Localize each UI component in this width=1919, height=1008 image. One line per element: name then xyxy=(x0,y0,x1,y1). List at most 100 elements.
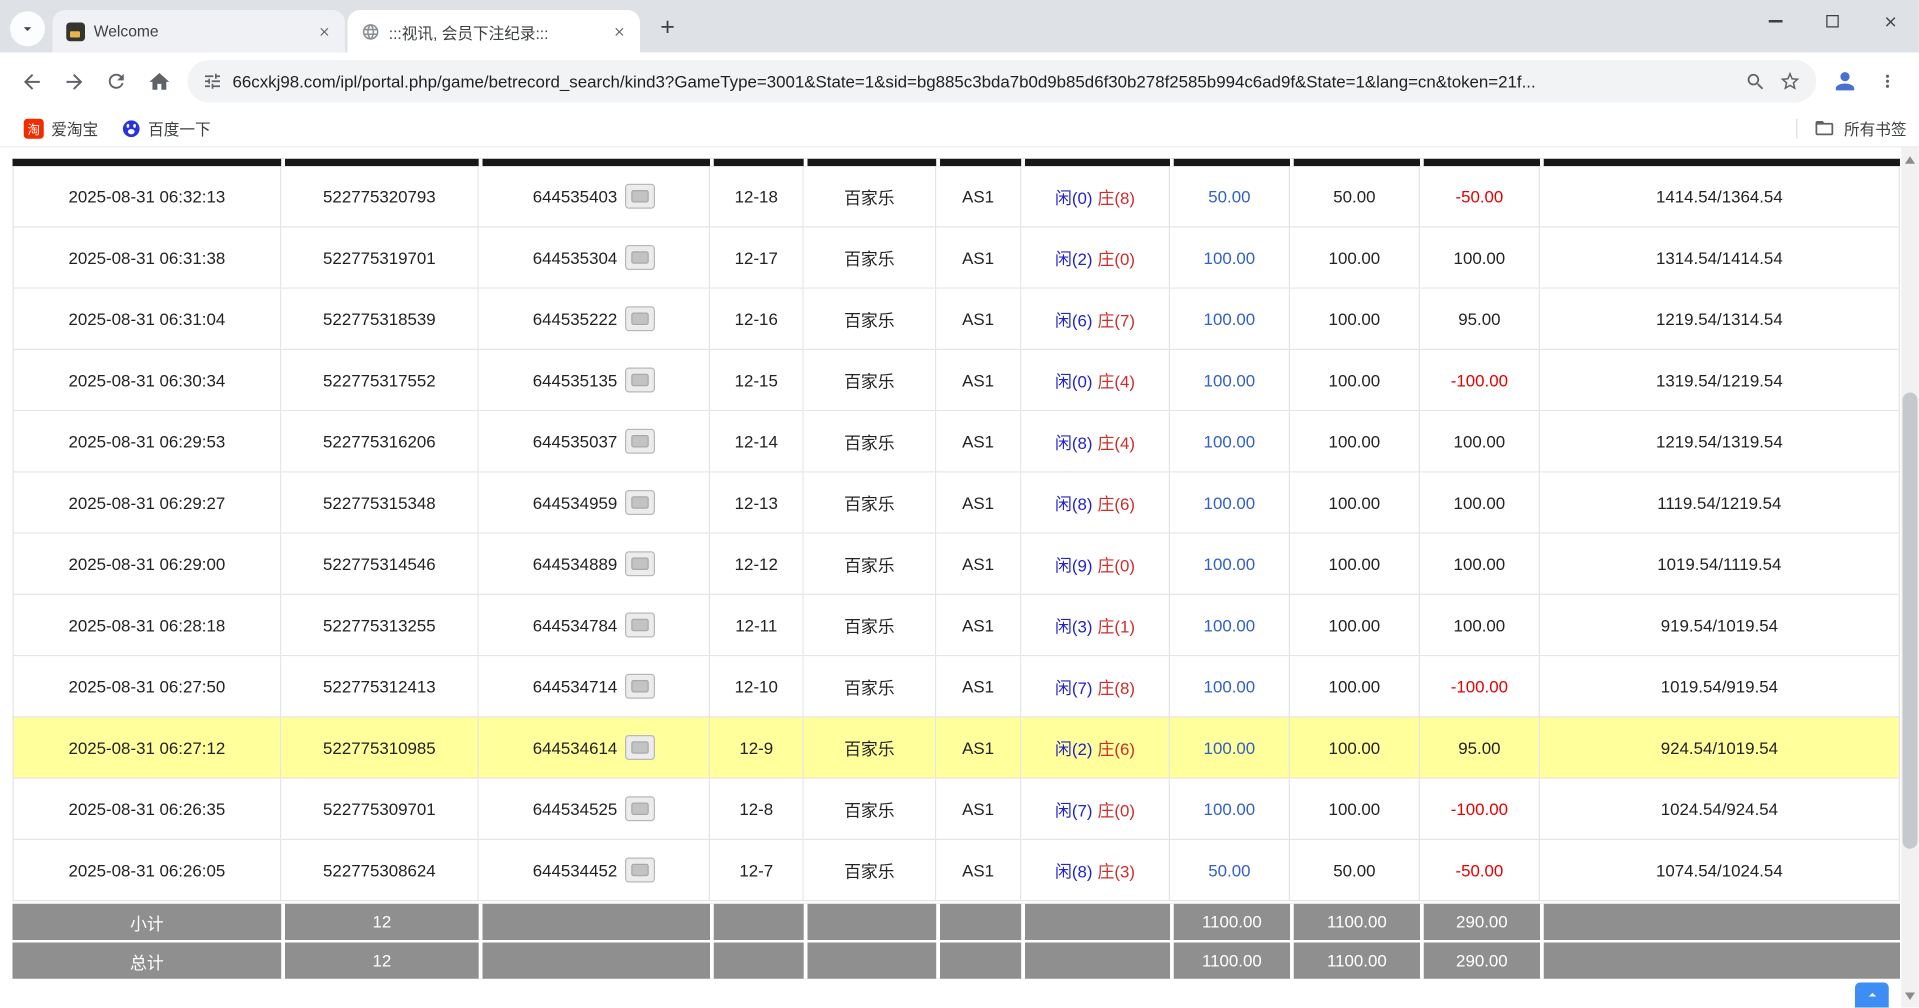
game-detail-icon[interactable] xyxy=(625,613,655,638)
game-number: 644535135 xyxy=(533,371,617,390)
page-content: 2025-08-31 06:32:13 522775320793 6445354… xyxy=(0,148,1919,1008)
summary-empty xyxy=(1540,904,1900,940)
game-detail-icon[interactable] xyxy=(625,490,655,515)
player-result: 闲(8) xyxy=(1055,429,1093,454)
bookmark-aitaobao[interactable]: 淘 爱淘宝 xyxy=(13,113,110,144)
cell-bet-time: 2025-08-31 06:32:13 xyxy=(13,166,282,227)
window-close-button[interactable] xyxy=(1861,0,1919,43)
tab-welcome[interactable]: Welcome xyxy=(53,10,346,53)
table-row[interactable]: 2025-08-31 06:28:18 522775313255 6445347… xyxy=(13,595,1901,656)
game-number: 644535304 xyxy=(533,248,617,267)
bookmarks-bar: 淘 爱淘宝 百度一下 所有书签 xyxy=(0,110,1919,148)
cell-order-number: 522775317552 xyxy=(281,350,479,411)
game-number: 644535037 xyxy=(533,432,617,451)
cell-result: 闲(7) 庄(0) xyxy=(1021,779,1170,840)
window-minimize-button[interactable] xyxy=(1746,0,1804,43)
game-detail-icon[interactable] xyxy=(625,429,655,454)
all-bookmarks-label[interactable]: 所有书签 xyxy=(1844,116,1907,140)
menu-button[interactable] xyxy=(1866,60,1909,103)
cell-valid-amount: 100.00 xyxy=(1290,350,1420,411)
cell-winloss: -100.00 xyxy=(1420,656,1540,717)
tab-bet-record[interactable]: :::视讯, 会员下注纪录::: xyxy=(348,10,641,53)
table-summary-row: 总计 12 1100.00 1100.00 290.00 xyxy=(13,943,1901,979)
cell-valid-amount: 100.00 xyxy=(1290,779,1420,840)
home-button[interactable] xyxy=(138,60,181,103)
page-scrollbar[interactable] xyxy=(1901,148,1919,1008)
game-detail-icon[interactable] xyxy=(625,796,655,821)
table-row[interactable]: 2025-08-31 06:29:53 522775316206 6445350… xyxy=(13,411,1901,472)
profile-avatar-icon xyxy=(1831,68,1859,96)
summary-valid-total: 1100.00 xyxy=(1290,943,1420,979)
table-summary-row: 小计 12 1100.00 1100.00 290.00 xyxy=(13,904,1901,940)
cell-result: 闲(8) 庄(6) xyxy=(1021,473,1170,534)
back-button[interactable] xyxy=(10,60,53,103)
game-detail-icon[interactable] xyxy=(625,551,655,576)
cell-bet-amount: 100.00 xyxy=(1170,534,1290,595)
cell-balance: 1414.54/1364.54 xyxy=(1540,166,1900,227)
cell-round: 12-14 xyxy=(710,411,804,472)
game-detail-icon[interactable] xyxy=(625,735,655,760)
folder-icon xyxy=(1814,118,1835,139)
cell-winloss: 95.00 xyxy=(1420,289,1540,350)
reload-button[interactable] xyxy=(95,60,138,103)
zoom-icon[interactable] xyxy=(1745,71,1766,92)
cell-result: 闲(3) 庄(1) xyxy=(1021,595,1170,656)
table-row[interactable]: 2025-08-31 06:31:38 522775319701 6445353… xyxy=(13,228,1901,289)
profile-button[interactable] xyxy=(1824,60,1867,103)
game-detail-icon[interactable] xyxy=(625,184,655,209)
bookmark-star-icon[interactable] xyxy=(1779,70,1802,93)
scrollbar-down-arrow[interactable] xyxy=(1901,987,1919,1006)
cell-bet-amount: 100.00 xyxy=(1170,228,1290,289)
site-settings-icon[interactable] xyxy=(203,71,223,91)
forward-button[interactable] xyxy=(53,60,96,103)
cell-bet-time: 2025-08-31 06:31:04 xyxy=(13,289,282,350)
summary-empty xyxy=(1540,943,1900,979)
cell-table-code: AS1 xyxy=(936,718,1021,779)
globe-favicon-icon xyxy=(360,21,380,41)
header-bar xyxy=(479,159,710,167)
game-detail-icon[interactable] xyxy=(625,858,655,883)
table-row[interactable]: 2025-08-31 06:29:00 522775314546 6445348… xyxy=(13,534,1901,595)
cell-table-code: AS1 xyxy=(936,350,1021,411)
home-icon xyxy=(147,69,171,93)
table-row[interactable]: 2025-08-31 06:31:04 522775318539 6445352… xyxy=(13,289,1901,350)
baidu-paw-icon xyxy=(121,118,141,138)
cell-result: 闲(2) 庄(0) xyxy=(1021,228,1170,289)
cell-game-number: 644535222 xyxy=(479,289,710,350)
summary-empty xyxy=(1021,943,1170,979)
tab-close-icon[interactable] xyxy=(609,21,630,42)
game-number: 644535222 xyxy=(533,309,617,328)
cell-valid-amount: 100.00 xyxy=(1290,289,1420,350)
table-row[interactable]: 2025-08-31 06:27:12 522775310985 6445346… xyxy=(13,718,1901,779)
game-detail-icon[interactable] xyxy=(625,674,655,699)
tab-search-button[interactable] xyxy=(10,11,45,46)
banker-result: 庄(7) xyxy=(1098,306,1136,331)
banker-result: 庄(4) xyxy=(1098,368,1136,393)
scroll-to-top-button[interactable] xyxy=(1855,983,1889,1008)
table-row[interactable]: 2025-08-31 06:26:05 522775308624 6445344… xyxy=(13,840,1901,901)
scrollbar-up-arrow[interactable] xyxy=(1901,150,1919,169)
game-detail-icon[interactable] xyxy=(625,368,655,393)
header-bar xyxy=(13,159,282,167)
window-maximize-button[interactable] xyxy=(1804,0,1862,43)
tab-close-icon[interactable] xyxy=(314,21,335,42)
scrollbar-thumb[interactable] xyxy=(1903,393,1918,849)
cell-winloss: -50.00 xyxy=(1420,840,1540,901)
banker-result: 庄(8) xyxy=(1098,184,1136,209)
cell-order-number: 522775314546 xyxy=(281,534,479,595)
address-bar[interactable]: 66cxkj98.com/ipl/portal.php/game/betreco… xyxy=(188,60,1817,103)
table-row[interactable]: 2025-08-31 06:26:35 522775309701 6445345… xyxy=(13,779,1901,840)
game-detail-icon[interactable] xyxy=(625,306,655,331)
cell-bet-amount: 100.00 xyxy=(1170,718,1290,779)
new-tab-button[interactable]: + xyxy=(650,10,685,45)
table-row[interactable]: 2025-08-31 06:29:27 522775315348 6445349… xyxy=(13,473,1901,534)
game-detail-icon[interactable] xyxy=(625,245,655,270)
bookmark-baidu[interactable]: 百度一下 xyxy=(109,113,222,144)
table-row[interactable]: 2025-08-31 06:30:34 522775317552 6445351… xyxy=(13,350,1901,411)
table-row[interactable]: 2025-08-31 06:32:13 522775320793 6445354… xyxy=(13,166,1901,227)
url-text[interactable]: 66cxkj98.com/ipl/portal.php/game/betreco… xyxy=(233,72,1733,91)
table-row[interactable]: 2025-08-31 06:27:50 522775312413 6445347… xyxy=(13,656,1901,717)
bet-record-table: 2025-08-31 06:32:13 522775320793 6445354… xyxy=(13,159,1901,979)
cell-winloss: 95.00 xyxy=(1420,718,1540,779)
header-bar xyxy=(804,159,937,167)
